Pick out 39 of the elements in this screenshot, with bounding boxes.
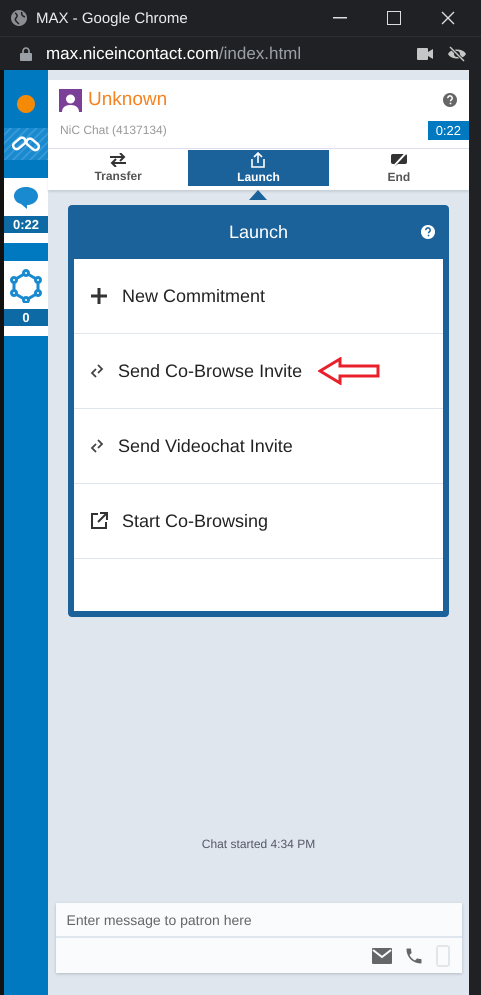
launch-item[interactable]: New Commitment bbox=[74, 259, 443, 334]
chat-bubble-icon[interactable] bbox=[13, 186, 39, 210]
email-icon[interactable] bbox=[372, 948, 392, 964]
share-icon bbox=[250, 152, 266, 168]
launch-item[interactable]: Start Co-Browsing bbox=[74, 484, 443, 559]
channel-label: NiC Chat (4137134) bbox=[60, 123, 167, 137]
help-icon[interactable] bbox=[443, 93, 457, 107]
chat-off-icon bbox=[390, 152, 408, 168]
globe-icon bbox=[10, 9, 28, 27]
sidebar-item[interactable]: 0 bbox=[4, 261, 48, 336]
eye-slash-icon[interactable] bbox=[447, 46, 467, 62]
maximize-icon[interactable] bbox=[387, 11, 401, 25]
contact-timer: 0:22 bbox=[428, 120, 469, 140]
chat-status-text: Chat started 4:34 PM bbox=[202, 837, 316, 851]
user-avatar-icon bbox=[59, 88, 82, 112]
phone-icon[interactable] bbox=[404, 946, 424, 966]
close-icon[interactable] bbox=[441, 11, 455, 25]
action-tab[interactable]: Transfer bbox=[48, 150, 188, 186]
camera-icon[interactable] bbox=[417, 48, 433, 60]
lock-icon bbox=[20, 46, 32, 60]
minimize-icon[interactable] bbox=[333, 17, 347, 19]
count-badge: 0 bbox=[4, 309, 48, 326]
help-icon[interactable] bbox=[421, 225, 435, 239]
action-tab[interactable]: Launch bbox=[188, 150, 329, 186]
network-icon[interactable] bbox=[10, 269, 42, 303]
plus-icon bbox=[90, 287, 108, 305]
action-tab[interactable]: End bbox=[328, 150, 469, 186]
swap-arrows-icon bbox=[109, 153, 128, 167]
tab-pointer bbox=[249, 190, 268, 200]
launch-item[interactable]: Send Co-Browse Invite bbox=[74, 334, 443, 409]
status-dot[interactable] bbox=[16, 94, 36, 114]
sidebar-item[interactable]: 0:22 bbox=[4, 178, 48, 243]
external-link-icon bbox=[90, 512, 108, 530]
launch-item[interactable]: Send Videochat Invite bbox=[74, 409, 443, 484]
count-badge: 0:22 bbox=[4, 216, 48, 233]
window-title: MAX - Google Chrome bbox=[36, 10, 188, 26]
url-text[interactable]: max.niceincontact.com/index.html bbox=[46, 44, 302, 64]
panel-title: Launch bbox=[228, 222, 288, 242]
contact-name: Unknown bbox=[88, 89, 168, 111]
